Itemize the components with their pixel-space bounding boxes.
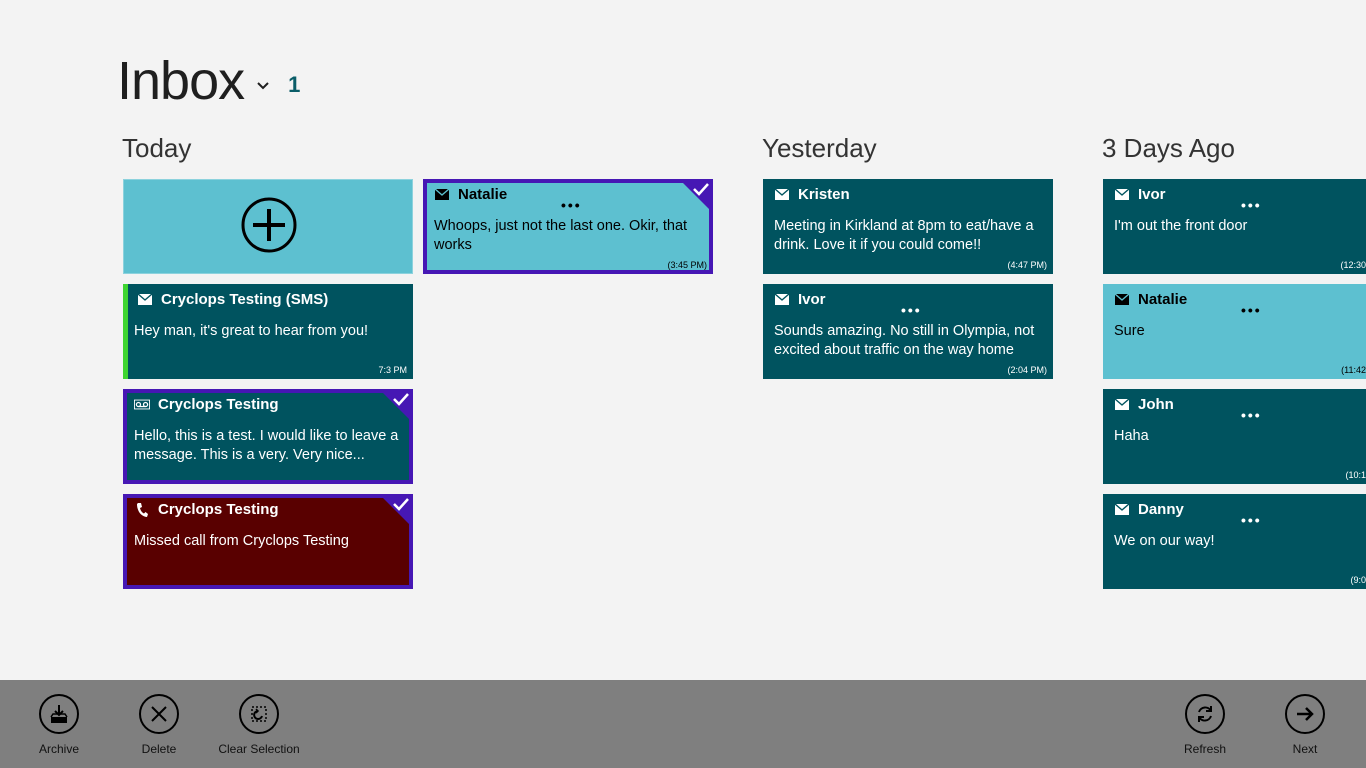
- message-time: (2:04 PM): [1007, 365, 1047, 375]
- message-tile-sms[interactable]: Cryclops Testing (SMS) Hey man, it's gre…: [123, 284, 413, 379]
- archive-button[interactable]: Archive: [9, 694, 109, 756]
- mail-icon: [1114, 188, 1130, 202]
- message-tile-kristen[interactable]: Kristen Meeting in Kirkland at 8pm to ea…: [763, 179, 1053, 274]
- more-options-icon[interactable]: •••: [561, 198, 582, 212]
- message-preview: Haha: [1114, 428, 1149, 444]
- message-tile-ivor[interactable]: Ivor ••• Sounds amazing. No still in Oly…: [763, 284, 1053, 379]
- message-time: (11:42: [1341, 365, 1366, 375]
- sender-name: Ivor: [798, 291, 826, 308]
- arrow-right-icon: [1285, 694, 1325, 734]
- clear-selection-label: Clear Selection: [218, 742, 300, 756]
- voicemail-icon: [134, 398, 150, 412]
- delete-icon: [139, 694, 179, 734]
- delete-button[interactable]: Delete: [109, 694, 209, 756]
- message-preview: Sure: [1114, 323, 1145, 339]
- sender-name: Kristen: [798, 186, 850, 203]
- refresh-icon: [1185, 694, 1225, 734]
- tile-header: Cryclops Testing: [134, 501, 279, 518]
- tile-header: Kristen: [774, 186, 850, 203]
- message-tile-danny[interactable]: Danny ••• We on our way! (9:0: [1103, 494, 1366, 589]
- chevron-down-icon[interactable]: [256, 78, 270, 92]
- message-time: 7:3 PM: [378, 365, 407, 375]
- tile-header: Danny: [1114, 501, 1184, 518]
- sender-name: Cryclops Testing (SMS): [161, 291, 329, 308]
- archive-icon: [39, 694, 79, 734]
- mail-icon: [774, 293, 790, 307]
- message-preview: I'm out the front door: [1114, 218, 1248, 234]
- mail-icon: [774, 188, 790, 202]
- delete-label: Delete: [141, 742, 177, 756]
- tile-header: Cryclops Testing: [134, 396, 279, 413]
- sender-name: Natalie: [1138, 291, 1188, 308]
- message-time: (12:30: [1340, 260, 1366, 270]
- tile-header: John: [1114, 396, 1174, 413]
- more-options-icon[interactable]: •••: [1241, 198, 1262, 212]
- more-options-icon[interactable]: •••: [1241, 408, 1262, 422]
- message-tile-natalie[interactable]: Natalie ••• Whoops, just not the last on…: [423, 179, 713, 274]
- more-options-icon[interactable]: •••: [1241, 513, 1262, 527]
- message-time: (4:47 PM): [1007, 260, 1047, 270]
- sender-name: Cryclops Testing: [158, 501, 279, 518]
- tile-header: Cryclops Testing (SMS): [137, 291, 328, 308]
- message-tile-voicemail[interactable]: Cryclops Testing Hello, this is a test. …: [123, 389, 413, 484]
- checkmark-icon: [393, 498, 409, 511]
- tile-header: Natalie: [1114, 291, 1187, 308]
- next-button[interactable]: Next: [1255, 694, 1355, 756]
- checkmark-icon: [693, 183, 709, 196]
- refresh-button[interactable]: Refresh: [1155, 694, 1255, 756]
- group-header-3-days-ago: 3 Days Ago: [1102, 133, 1235, 163]
- message-tile-missed-call[interactable]: Cryclops Testing Missed call from Cryclo…: [123, 494, 413, 589]
- mail-icon: [137, 293, 153, 307]
- page-title[interactable]: Inbox: [117, 50, 245, 112]
- message-preview: Whoops, just not the last one. Okir, tha…: [434, 218, 688, 253]
- refresh-label: Refresh: [1183, 742, 1227, 756]
- more-options-icon[interactable]: •••: [1241, 303, 1262, 317]
- message-preview: Sounds amazing. No still in Olympia, not…: [774, 323, 1035, 358]
- clear-selection-icon: [239, 694, 279, 734]
- sender-name: Danny: [1138, 501, 1184, 518]
- clear-selection-button[interactable]: Clear Selection: [209, 694, 309, 756]
- message-tile-natalie-older[interactable]: Natalie ••• Sure (11:42: [1103, 284, 1366, 379]
- message-preview: We on our way!: [1114, 533, 1215, 549]
- tile-header: Ivor: [774, 291, 826, 308]
- message-time: (3:45 PM): [667, 260, 707, 270]
- mail-icon: [1114, 398, 1130, 412]
- sender-name: Ivor: [1138, 186, 1166, 203]
- message-preview: Meeting in Kirkland at 8pm to eat/have a…: [774, 218, 1034, 253]
- add-icon: [241, 197, 297, 253]
- new-message-tile[interactable]: [123, 179, 413, 274]
- sender-name: John: [1138, 396, 1174, 413]
- mail-icon: [1114, 293, 1130, 307]
- page-header: Inbox 1: [117, 50, 300, 112]
- archive-label: Archive: [38, 742, 79, 756]
- sender-name: Natalie: [458, 186, 508, 203]
- phone-icon: [134, 502, 150, 517]
- unread-count: 1: [288, 72, 301, 97]
- next-label: Next: [1292, 742, 1318, 756]
- message-preview: Hey man, it's great to hear from you!: [134, 323, 369, 339]
- message-preview: Missed call from Cryclops Testing: [134, 533, 349, 549]
- mail-icon: [434, 188, 450, 202]
- group-header-yesterday: Yesterday: [762, 133, 877, 163]
- tile-header: Natalie: [434, 186, 507, 203]
- message-preview: Hello, this is a test. I would like to l…: [134, 428, 399, 463]
- app-bar: Archive Delete Clear Selection Refresh N…: [0, 680, 1366, 768]
- sender-name: Cryclops Testing: [158, 396, 279, 413]
- checkmark-icon: [393, 393, 409, 406]
- message-time: (10:1: [1345, 470, 1366, 480]
- message-time: (9:0: [1350, 575, 1366, 585]
- more-options-icon[interactable]: •••: [901, 303, 922, 317]
- tile-header: Ivor: [1114, 186, 1166, 203]
- group-header-today: Today: [122, 133, 192, 163]
- message-tile-ivor-older[interactable]: Ivor ••• I'm out the front door (12:30: [1103, 179, 1366, 274]
- message-tile-john[interactable]: John ••• Haha (10:1: [1103, 389, 1366, 484]
- mail-icon: [1114, 503, 1130, 517]
